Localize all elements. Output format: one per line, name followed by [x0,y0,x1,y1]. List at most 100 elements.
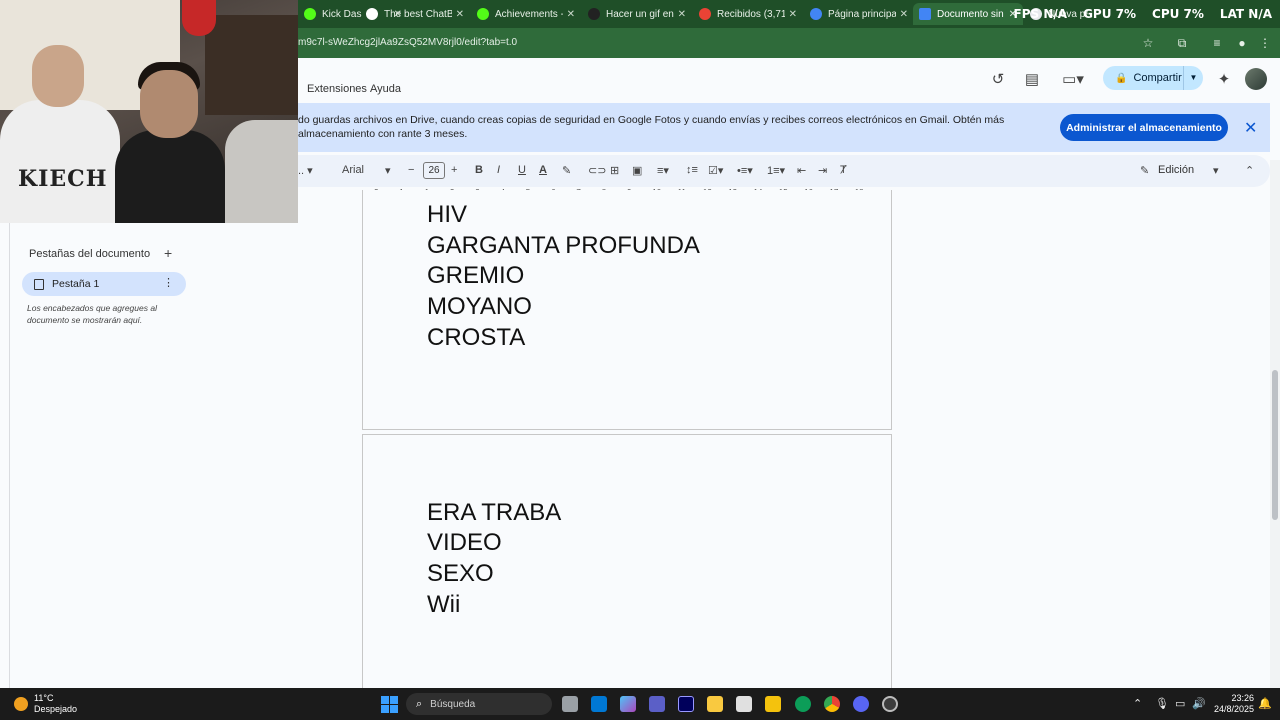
decrease-indent-icon[interactable]: ⇤ [797,164,806,177]
numbered-list-icon[interactable]: 1≡▾ [767,164,785,177]
browser-tab[interactable]: Página principal ✕ [804,3,914,25]
browser-tab[interactable]: Hacer un gif en C ✕ [582,3,692,25]
weather-sun-icon [14,697,28,711]
font-size-field[interactable]: 26 [423,162,445,179]
menu-help[interactable]: Ayuda [370,83,401,95]
close-icon[interactable]: ✕ [1244,118,1257,138]
premiere-icon[interactable] [678,696,694,712]
obs-icon[interactable] [882,696,898,712]
document-line[interactable]: ERA TRABA [427,499,561,527]
document-line[interactable]: GREMIO [427,262,524,290]
clock-date: 24/8/2025 [1214,704,1255,714]
document-page[interactable]: ERA TRABA VIDEO SEXO Wii [362,434,892,694]
insert-image-icon[interactable]: ▣ [632,164,642,177]
tray-overflow-icon[interactable]: ⌃ [1133,697,1142,710]
cpu-readout: CPU 7% [1152,7,1204,21]
browser-menu-icon[interactable]: ⋮ [1257,35,1273,51]
align-icon[interactable]: ≡▾ [657,164,669,177]
document-tab-label: Pestaña 1 [52,278,100,290]
decrease-font-icon[interactable]: − [408,164,414,176]
file-explorer-icon[interactable] [707,696,723,712]
taskbar-search[interactable]: ⌕ Búsqueda [406,693,552,715]
media-control-icon[interactable]: ≡ [1209,35,1225,51]
teams-icon[interactable] [649,696,665,712]
editing-mode-select[interactable]: Edición [1158,164,1194,176]
browser-tab[interactable]: Achievements - K ✕ [471,3,581,25]
profile-icon[interactable]: ● [1234,35,1250,51]
webcam-person [225,120,298,223]
gmail-icon [699,8,711,20]
document-line[interactable]: HIV [427,201,467,229]
bold-icon[interactable]: B [475,164,483,176]
system-clock[interactable]: 23:26 24/8/2025 [1214,693,1254,715]
document-line[interactable]: MOYANO [427,293,532,321]
close-tab-icon[interactable]: ✕ [456,9,464,20]
link-icon[interactable]: ⊂⊃ [588,164,606,177]
notes-icon[interactable] [765,696,781,712]
close-tab-icon[interactable]: ✕ [789,9,797,20]
clear-formatting-icon[interactable]: Ⱦ [840,164,847,176]
highlight-icon[interactable]: ✎ [562,164,571,177]
chrome-icon[interactable] [824,696,840,712]
url-field[interactable]: m9c7l-sWeZhcg2jlAa9ZsQ52MV8rjl0/edit?tab… [298,37,517,48]
account-avatar[interactable] [1245,68,1267,90]
add-tab-icon[interactable]: + [164,245,172,261]
increase-indent-icon[interactable]: ⇥ [818,164,827,177]
tab-favicon-icon [366,8,378,20]
share-dropdown-icon[interactable]: ▼ [1183,66,1203,90]
weather-widget[interactable]: 11°C Despejado [14,693,77,715]
more-options-icon[interactable]: ⋮ [163,276,174,289]
document-page[interactable]: HIV GARGANTA PROFUNDA GREMIO MOYANO CROS… [362,190,892,430]
browser-tab[interactable]: The best ChatBot ✕ [360,3,470,25]
styles-dropdown-icon[interactable]: .. ▾ [298,164,313,177]
version-history-icon[interactable]: ↺ [988,70,1008,90]
document-line[interactable]: GARGANTA PROFUNDA [427,232,700,260]
italic-icon[interactable]: I [497,164,500,176]
underline-icon[interactable]: U [518,164,526,176]
collapse-menus-icon[interactable]: ⌃ [1245,164,1254,177]
volume-icon[interactable]: 🔊 [1192,697,1206,710]
discord-icon[interactable] [853,696,869,712]
copilot-icon[interactable] [620,696,636,712]
task-view-icon[interactable] [562,696,578,712]
bulleted-list-icon[interactable]: •≡▾ [737,164,753,177]
edge-icon[interactable] [795,696,811,712]
tab-title: Recibidos (3,719) [717,8,785,20]
store-icon[interactable] [736,696,752,712]
windows-start-icon[interactable] [381,696,398,713]
document-line[interactable]: VIDEO [427,529,502,557]
meet-icon[interactable]: ▭▾ [1058,70,1088,90]
webcam-shelf [205,15,298,115]
scrollbar-thumb[interactable] [1272,370,1278,520]
vertical-scrollbar[interactable] [1270,160,1280,688]
font-dropdown-icon[interactable]: ▾ [385,164,391,177]
microphone-icon[interactable]: 🎙 [1155,697,1169,710]
checklist-icon[interactable]: ☑▾ [708,164,723,177]
menu-extensions[interactable]: Extensiones [307,83,367,95]
font-family-select[interactable]: Arial [342,164,364,176]
line-spacing-icon[interactable]: ↕≡ [686,164,698,176]
bookmark-star-icon[interactable]: ☆ [1140,35,1156,51]
gpu-readout: GPU 7% [1083,7,1137,21]
manage-storage-button[interactable]: Administrar el almacenamiento [1060,114,1228,141]
network-icon[interactable]: ▭ [1175,697,1185,710]
gemini-icon[interactable]: ✦ [1214,70,1234,90]
share-button[interactable]: 🔒 Compartir ▼ [1103,66,1203,90]
increase-font-icon[interactable]: + [451,164,457,176]
text-color-icon[interactable]: A [539,164,547,176]
outlook-icon[interactable] [591,696,607,712]
notifications-icon[interactable]: 🔔 [1258,697,1272,710]
comments-icon[interactable]: ▤ [1022,70,1042,90]
document-tab-item[interactable]: Pestaña 1 ⋮ [22,272,186,296]
extensions-icon[interactable]: ⧉ [1174,35,1190,51]
close-tab-icon[interactable]: ✕ [678,9,686,20]
document-line[interactable]: CROSTA [427,324,525,352]
document-line[interactable]: Wii [427,591,460,619]
document-line[interactable]: SEXO [427,560,494,588]
browser-tab-active[interactable]: Documento sin tí ✕ [913,3,1023,25]
close-tab-icon[interactable]: ✕ [567,9,575,20]
close-tab-icon[interactable]: ✕ [900,9,908,20]
mode-dropdown-icon[interactable]: ▾ [1213,164,1219,177]
add-comment-icon[interactable]: ⊞ [610,164,619,177]
browser-tab[interactable]: Recibidos (3,719) ✕ [693,3,803,25]
